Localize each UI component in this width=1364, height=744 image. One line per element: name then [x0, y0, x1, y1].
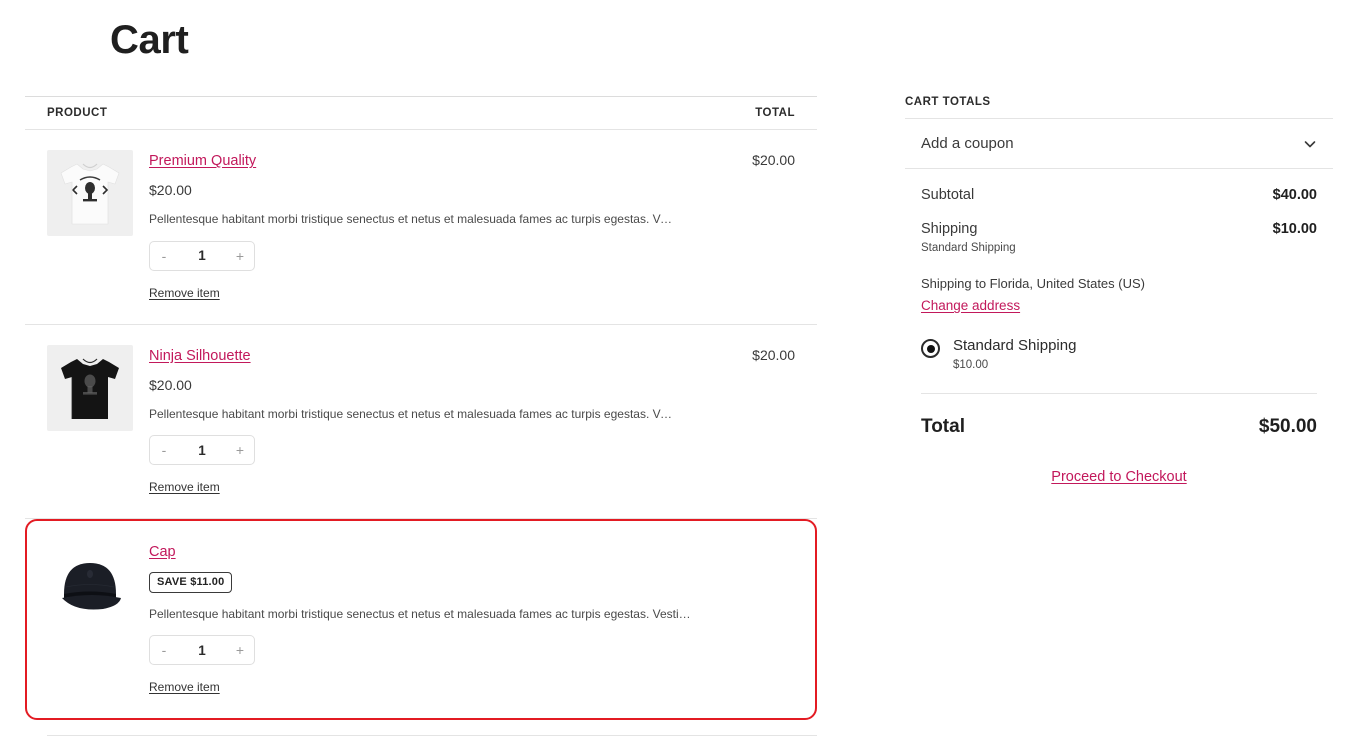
- status-badge: SAVE $11.00: [149, 571, 233, 593]
- subtotal-value: $40.00: [1272, 187, 1317, 203]
- column-header-product: PRODUCT: [47, 107, 108, 119]
- table-row: Premium Quality $20.00 Pellentesque habi…: [25, 130, 817, 325]
- white-tshirt-thumbnail: [47, 150, 133, 236]
- cart-totals-panel: CART TOTALS Add a coupon Subtotal $40.00…: [905, 0, 1333, 486]
- cart-table-header: PRODUCT TOTAL: [25, 96, 817, 130]
- subtotal-label: Subtotal: [921, 187, 975, 203]
- shipping-option-name: Standard Shipping: [953, 337, 1077, 354]
- product-unit-price: $20.00: [149, 182, 192, 199]
- proceed-to-checkout-link[interactable]: Proceed to Checkout: [1051, 469, 1186, 485]
- shipping-option-price: $10.00: [953, 359, 989, 371]
- total-label: Total: [921, 416, 965, 437]
- total-value: $50.00: [1258, 416, 1317, 437]
- product-line-total: $20.00: [752, 346, 795, 363]
- cart-totals-heading: CART TOTALS: [905, 96, 991, 108]
- product-details: Premium Quality $20.00 Pellentesque habi…: [149, 150, 675, 302]
- shipping-label: Shipping: [921, 221, 978, 237]
- column-header-total: TOTAL: [755, 107, 795, 119]
- quantity-increment-button[interactable]: +: [226, 242, 254, 270]
- page-title: Cart: [110, 18, 189, 62]
- product-unit-price: $20.00: [149, 376, 192, 393]
- table-row-highlighted: Cap SAVE $11.00 Pellentesque habitant mo…: [25, 519, 817, 721]
- quantity-value: 1: [198, 248, 206, 264]
- product-details: Ninja Silhouette $20.00 Pellentesque hab…: [149, 345, 675, 497]
- shipping-option-standard[interactable]: Standard Shipping $10.00: [921, 337, 1317, 394]
- product-description: Pellentesque habitant morbi tristique se…: [149, 406, 675, 421]
- quantity-decrement-button[interactable]: -: [150, 436, 178, 464]
- product-thumbnail[interactable]: [47, 541, 133, 628]
- shipping-method-note: Standard Shipping: [921, 242, 1016, 254]
- radio-selected-icon[interactable]: [921, 339, 940, 358]
- black-tshirt-thumbnail: [47, 344, 133, 431]
- product-thumbnail[interactable]: [47, 344, 133, 431]
- shipping-row: Shipping $10.00: [921, 203, 1317, 237]
- remove-item-link[interactable]: Remove item: [149, 286, 220, 300]
- quantity-stepper[interactable]: - 1 +: [149, 240, 255, 271]
- quantity-value: 1: [198, 642, 206, 658]
- shipping-value: $10.00: [1272, 221, 1317, 237]
- quantity-stepper[interactable]: - 1 +: [149, 635, 255, 666]
- quantity-decrement-button[interactable]: -: [150, 242, 178, 270]
- black-cap-thumbnail: [47, 541, 133, 628]
- remove-item-link[interactable]: Remove item: [149, 680, 220, 694]
- add-coupon-label: Add a coupon: [921, 135, 1014, 152]
- product-name-link[interactable]: Premium Quality: [149, 153, 256, 170]
- add-coupon-row[interactable]: Add a coupon: [905, 118, 1333, 169]
- product-details: Cap SAVE $11.00 Pellentesque habitant mo…: [149, 541, 795, 696]
- table-row: Ninja Silhouette $20.00 Pellentesque hab…: [25, 325, 817, 520]
- quantity-increment-button[interactable]: +: [226, 636, 254, 664]
- remove-item-link[interactable]: Remove item: [149, 480, 220, 494]
- shipping-option-text: Standard Shipping $10.00: [953, 337, 1076, 371]
- change-address-link[interactable]: Change address: [921, 298, 1020, 313]
- product-description: Pellentesque habitant morbi tristique se…: [149, 606, 694, 621]
- cart-totals-body: Subtotal $40.00 Shipping $10.00 Standard…: [905, 169, 1333, 486]
- product-name-link[interactable]: Cap: [149, 544, 176, 561]
- quantity-decrement-button[interactable]: -: [150, 636, 178, 664]
- subtotal-row: Subtotal $40.00: [921, 169, 1317, 203]
- chevron-down-icon: [1303, 137, 1317, 151]
- quantity-stepper[interactable]: - 1 +: [149, 435, 255, 466]
- product-thumbnail[interactable]: [47, 150, 133, 236]
- checkout-area: Proceed to Checkout: [921, 438, 1317, 486]
- quantity-increment-button[interactable]: +: [226, 436, 254, 464]
- product-line-total: $20.00: [752, 152, 795, 168]
- product-description: Pellentesque habitant morbi tristique se…: [149, 212, 675, 227]
- product-name-link[interactable]: Ninja Silhouette: [149, 348, 251, 365]
- cart-page: Cart PRODUCT TOTAL Premium Quality $20.0…: [0, 0, 1364, 744]
- bottom-divider: [47, 735, 817, 736]
- cart-items-column: Cart PRODUCT TOTAL Premium Quality $20.0…: [25, 0, 817, 721]
- quantity-value: 1: [198, 442, 206, 458]
- shipping-destination: Shipping to Florida, United States (US): [921, 276, 1145, 291]
- grand-total-row: Total $50.00: [921, 394, 1317, 438]
